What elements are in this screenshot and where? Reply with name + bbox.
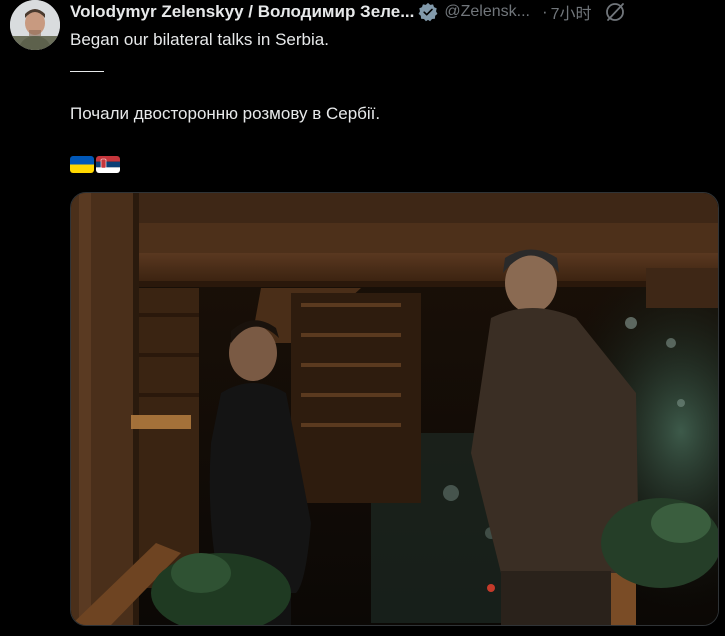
tweet-header: Volodymyr Zelenskyy / Володимир Зеле... … bbox=[70, 0, 715, 24]
flag-emojis bbox=[70, 156, 120, 173]
ukraine-flag-icon bbox=[70, 156, 94, 173]
tweet-text-english: Began our bilateral talks in Serbia. bbox=[70, 30, 329, 49]
serbia-flag-icon bbox=[96, 156, 120, 173]
tweet[interactable]: Volodymyr Zelenskyy / Володимир Зеле... … bbox=[0, 0, 725, 636]
author-handle[interactable]: @Zelensk... bbox=[444, 3, 530, 21]
text-divider bbox=[70, 71, 104, 72]
header-separator: · bbox=[541, 2, 548, 21]
verified-badge-icon bbox=[418, 2, 438, 22]
grok-slash-circle-icon[interactable] bbox=[604, 1, 626, 23]
tweet-text-ukrainian: Почали двосторонню розмову в Сербії. bbox=[70, 104, 381, 123]
tweet-photo[interactable] bbox=[70, 192, 719, 626]
tweet-timestamp[interactable]: 7小时 bbox=[551, 0, 592, 24]
author-avatar[interactable] bbox=[10, 0, 60, 50]
author-name[interactable]: Volodymyr Zelenskyy / Володимир Зеле... bbox=[70, 2, 414, 22]
